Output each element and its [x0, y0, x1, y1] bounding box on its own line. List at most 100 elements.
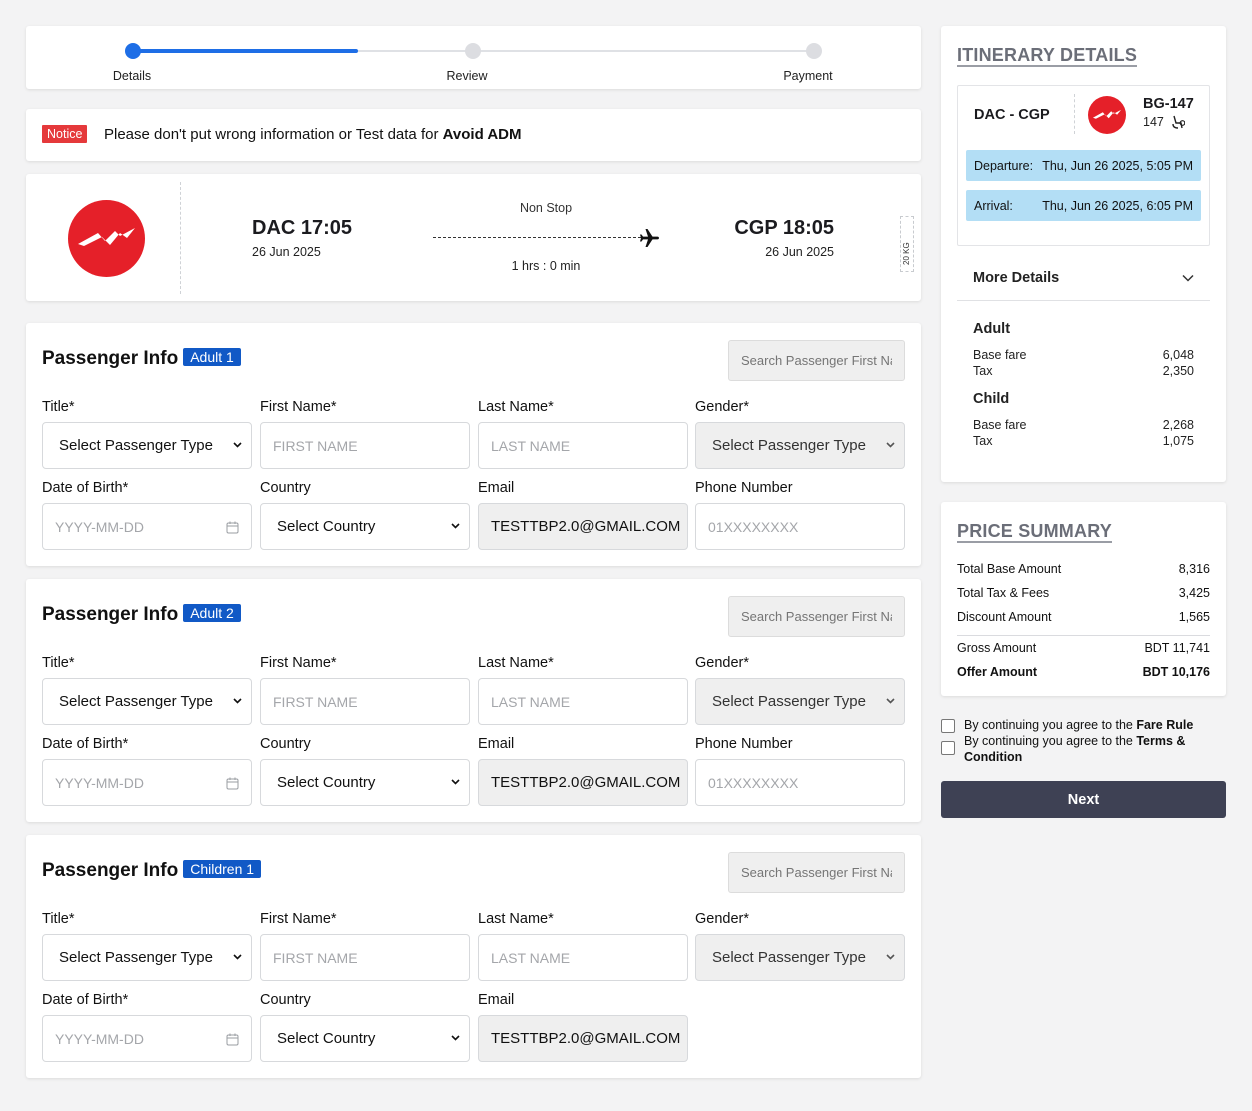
terms-checkbox[interactable] [941, 741, 955, 755]
passenger-card-adult-1: Passenger InfoAdult 1 Title* First Name*… [26, 323, 921, 566]
itinerary-details-card: ITINERARY DETAILS DAC - CGP BG-147 147 D… [941, 26, 1226, 482]
price-value: 1,565 [1178, 610, 1210, 624]
notice-message: Please don't put wrong information or Te… [104, 126, 443, 143]
gender-label: Gender* [695, 911, 750, 927]
departure-time-label: Departure: [974, 159, 1034, 173]
price-summary-card: PRICE SUMMARY Total Base Amount 8,316 Tot… [941, 502, 1226, 696]
arrival-time-row: Arrival: Thu, Jun 26 2025, 6:05 PM [966, 190, 1201, 221]
fare-group-adult: Adult [973, 321, 1011, 337]
country-select[interactable]: Select Country [260, 759, 470, 806]
country-label: Country [260, 480, 311, 496]
dob-input[interactable]: YYYY-MM-DD [42, 503, 252, 550]
dob-label: Date of Birth* [42, 480, 129, 496]
chevron-down-icon [1182, 274, 1194, 282]
stepper-progress-fill [133, 49, 358, 53]
terms-prefix: By continuing you agree to the [964, 734, 1137, 748]
price-label: Total Base Amount [957, 562, 1062, 576]
first-name-input[interactable]: FIRST NAME [260, 422, 470, 469]
country-select[interactable]: Select Country [260, 1015, 470, 1062]
passenger-card-adult-2: Passenger InfoAdult 2 Title* First Name*… [26, 579, 921, 822]
passenger-search-input[interactable] [728, 340, 905, 381]
gender-select-value: Select Passenger Type [712, 437, 866, 454]
fare-value: 2,350 [1162, 364, 1194, 378]
step-details-label: Details [112, 69, 152, 83]
title-select[interactable]: Select Passenger Type [42, 678, 252, 725]
chevron-down-icon [233, 442, 242, 448]
gender-select[interactable]: Select Passenger Type [695, 422, 905, 469]
first-name-label: First Name* [260, 399, 337, 415]
email-input[interactable]: TESTTBP2.0@GMAIL.COM [478, 1015, 688, 1062]
fare-rule-prefix: By continuing you agree to the [964, 718, 1137, 732]
departure-time-row: Departure: Thu, Jun 26 2025, 5:05 PM [966, 150, 1201, 181]
dob-input[interactable]: YYYY-MM-DD [42, 759, 252, 806]
arrival-code-time: CGP 18:05 [734, 217, 834, 239]
chevron-down-icon [451, 779, 460, 785]
gender-label: Gender* [695, 655, 750, 671]
gender-select-value: Select Passenger Type [712, 949, 866, 966]
email-input[interactable]: TESTTBP2.0@GMAIL.COM [478, 503, 688, 550]
chevron-down-icon [233, 698, 242, 704]
gender-select[interactable]: Select Passenger Type [695, 678, 905, 725]
title-select[interactable]: Select Passenger Type [42, 422, 252, 469]
dob-placeholder: YYYY-MM-DD [55, 774, 144, 791]
title-select[interactable]: Select Passenger Type [42, 934, 252, 981]
chevron-down-icon [233, 954, 242, 960]
baggage-allowance: 20 KG [902, 242, 911, 265]
last-name-input[interactable]: LAST NAME [478, 422, 688, 469]
fare-label: Tax [973, 434, 993, 448]
country-label: Country [260, 992, 311, 1008]
departure-time-value: Thu, Jun 26 2025, 5:05 PM [1042, 159, 1193, 173]
last-name-label: Last Name* [478, 655, 554, 671]
more-details-label: More Details [973, 270, 1060, 286]
title-select-value: Select Passenger Type [59, 693, 213, 710]
fare-label: Tax [973, 364, 993, 378]
dob-input[interactable]: YYYY-MM-DD [42, 1015, 252, 1062]
arrival-date: 26 Jun 2025 [765, 245, 834, 259]
itinerary-divider [1074, 94, 1075, 134]
fare-label: Base fare [973, 418, 1027, 432]
last-name-label: Last Name* [478, 399, 554, 415]
baggage-tag: 20 KG [900, 216, 914, 272]
terms-text: By continuing you agree to the Terms & C… [964, 733, 1214, 765]
fare-group-child: Child [973, 391, 1010, 407]
first-name-input[interactable]: FIRST NAME [260, 678, 470, 725]
gender-select[interactable]: Select Passenger Type [695, 934, 905, 981]
dob-placeholder: YYYY-MM-DD [55, 518, 144, 535]
last-name-input[interactable]: LAST NAME [478, 678, 688, 725]
email-input[interactable]: TESTTBP2.0@GMAIL.COM [478, 759, 688, 806]
offer-amount-value: BDT 10,176 [1142, 665, 1210, 679]
fare-value: 6,048 [1162, 348, 1194, 362]
passenger-search-input[interactable] [728, 596, 905, 637]
flight-number-sub: 147 [1143, 115, 1164, 129]
dob-placeholder: YYYY-MM-DD [55, 1030, 144, 1047]
passenger-type-badge: Adult 2 [183, 604, 241, 622]
seat-icon [1172, 115, 1185, 129]
phone-input[interactable]: 01XXXXXXXX [695, 503, 905, 550]
fare-rule-link[interactable]: Fare Rule [1136, 718, 1193, 732]
passenger-card-title: Passenger Info Adult 2 [42, 604, 241, 626]
step-review-dot[interactable] [465, 43, 481, 59]
passenger-search-input[interactable] [728, 852, 905, 893]
phone-input[interactable]: 01XXXXXXXX [695, 759, 905, 806]
flight-number: BG-147 [1143, 96, 1194, 112]
fare-value: 2,268 [1162, 418, 1194, 432]
last-name-input[interactable]: LAST NAME [478, 934, 688, 981]
offer-amount-label: Offer Amount [957, 665, 1038, 679]
calendar-icon[interactable] [226, 1033, 239, 1046]
passenger-card-children-1: Passenger InfoChildren 1 Title* First Na… [26, 835, 921, 1078]
first-name-input[interactable]: FIRST NAME [260, 934, 470, 981]
passenger-heading: Passenger Info [42, 348, 179, 369]
fare-value: 1,075 [1162, 434, 1194, 448]
calendar-icon[interactable] [226, 521, 239, 534]
next-button[interactable]: Next [941, 781, 1226, 818]
calendar-icon[interactable] [226, 777, 239, 790]
fare-rule-checkbox[interactable] [941, 719, 955, 733]
more-details-toggle[interactable]: More Details [957, 259, 1210, 301]
airline-logo-icon [68, 200, 145, 277]
email-label: Email [478, 992, 515, 1008]
country-select[interactable]: Select Country [260, 503, 470, 550]
phone-label: Phone Number [695, 736, 793, 752]
step-payment-dot[interactable] [806, 43, 822, 59]
first-name-label: First Name* [260, 911, 337, 927]
step-details-dot[interactable] [125, 43, 141, 59]
